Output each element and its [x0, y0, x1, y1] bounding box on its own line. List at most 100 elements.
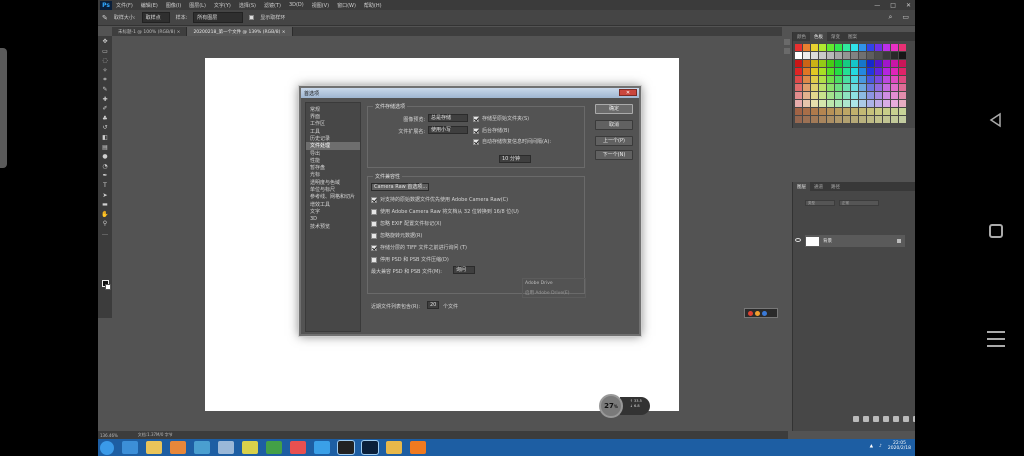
eyedropper-icon[interactable]: ✎ [102, 14, 108, 22]
color-swatch[interactable] [875, 44, 882, 51]
color-swatch[interactable] [843, 76, 850, 83]
color-swatch[interactable] [875, 116, 882, 123]
color-swatch[interactable] [811, 68, 818, 75]
menu-view[interactable]: 视图(V) [312, 2, 329, 9]
color-swatch[interactable] [835, 76, 842, 83]
color-swatch[interactable] [859, 92, 866, 99]
menu-edit[interactable]: 编辑(E) [141, 2, 158, 9]
color-swatch[interactable] [795, 44, 802, 51]
pref-sidebar-item[interactable]: 3D [306, 215, 360, 222]
doc-tab-untitled[interactable]: 未标题-1 @ 100% (RGB/8) × [112, 27, 188, 36]
color-swatch[interactable] [819, 68, 826, 75]
stamp-tool-icon[interactable]: ♣ [101, 115, 109, 122]
color-swatch[interactable] [819, 52, 826, 59]
layer-row-background[interactable]: 背景 [805, 235, 905, 247]
prev-button[interactable]: 上一个(P) [595, 136, 633, 146]
color-swatch[interactable] [843, 68, 850, 75]
mask-icon[interactable] [873, 416, 879, 422]
color-swatch[interactable] [899, 108, 906, 115]
pen-tool-icon[interactable]: ✒ [101, 172, 109, 179]
color-swatch[interactable] [899, 116, 906, 123]
color-swatch[interactable] [827, 100, 834, 107]
file-ext-select[interactable]: 使用小写 [428, 126, 468, 134]
color-swatch[interactable] [803, 84, 810, 91]
color-swatch[interactable] [899, 60, 906, 67]
color-swatch[interactable] [795, 116, 802, 123]
pref-sidebar-item[interactable]: 工具 [306, 128, 360, 135]
color-swatch[interactable] [859, 108, 866, 115]
pref-sidebar-item[interactable]: 技术预览 [306, 223, 360, 230]
auto-save-row[interactable]: 自动存储恢复信息时间间隔(A): [473, 139, 552, 145]
menu-type[interactable]: 文字(Y) [214, 2, 231, 9]
color-swatch[interactable] [827, 116, 834, 123]
floating-mini-toolbar[interactable] [744, 308, 778, 318]
tab-color[interactable]: 颜色 [793, 32, 810, 41]
tab-layers[interactable]: 图层 [793, 182, 810, 191]
color-swatch[interactable] [867, 44, 874, 51]
color-swatch[interactable] [851, 76, 858, 83]
file-explorer-icon[interactable] [146, 441, 162, 454]
color-swatch[interactable] [795, 76, 802, 83]
color-swatch[interactable] [843, 52, 850, 59]
pref-sidebar-item[interactable]: 文件处理 [306, 142, 360, 150]
photoshop-taskbar-icon[interactable] [361, 440, 379, 455]
close-button[interactable]: ✕ [906, 2, 911, 9]
folder-icon[interactable] [893, 416, 899, 422]
color-swatch[interactable] [819, 100, 826, 107]
color-swatch[interactable] [883, 68, 890, 75]
color-swatch[interactable] [827, 68, 834, 75]
pref-sidebar-item[interactable]: 性能 [306, 157, 360, 164]
color-swatch[interactable] [803, 92, 810, 99]
blur-tool-icon[interactable]: ● [101, 153, 109, 160]
color-swatch[interactable] [891, 52, 898, 59]
color-swatch[interactable] [867, 92, 874, 99]
color-swatch[interactable] [811, 84, 818, 91]
background-save-checkbox[interactable] [473, 127, 479, 134]
cr-convert-checkbox[interactable] [371, 208, 377, 215]
color-swatch[interactable] [851, 44, 858, 51]
color-swatch[interactable] [803, 52, 810, 59]
color-swatch[interactable] [859, 100, 866, 107]
cancel-button[interactable]: 取消 [595, 120, 633, 130]
color-swatch[interactable] [827, 92, 834, 99]
back-nav-icon[interactable] [988, 112, 1004, 128]
color-swatch[interactable] [875, 52, 882, 59]
color-swatch[interactable] [819, 92, 826, 99]
menu-3d[interactable]: 3D(D) [289, 2, 304, 8]
blend-mode-select[interactable]: 正常 [839, 200, 879, 206]
video-app-icon[interactable] [290, 441, 306, 454]
color-swatch[interactable] [859, 116, 866, 123]
color-swatch[interactable] [867, 60, 874, 67]
pref-sidebar-item[interactable]: 界面 [306, 113, 360, 120]
color-swatch[interactable] [891, 60, 898, 67]
gradient-tool-icon[interactable]: ▤ [101, 144, 109, 151]
orange-dot-icon[interactable] [755, 310, 760, 316]
color-swatch[interactable] [851, 116, 858, 123]
color-swatch[interactable] [819, 84, 826, 91]
color-swatch[interactable] [795, 84, 802, 91]
color-swatch[interactable] [875, 60, 882, 67]
background-color[interactable] [105, 284, 111, 290]
save-to-original-row[interactable]: 存储至原始文件夹(S) [473, 115, 529, 122]
color-swatch[interactable] [851, 100, 858, 107]
color-swatch[interactable] [875, 76, 882, 83]
color-swatch[interactable] [851, 68, 858, 75]
color-swatch[interactable] [811, 44, 818, 51]
color-swatch[interactable] [819, 44, 826, 51]
color-swatch[interactable] [883, 52, 890, 59]
color-swatch[interactable] [811, 100, 818, 107]
color-swatch[interactable] [819, 116, 826, 123]
color-swatch[interactable] [851, 108, 858, 115]
green-app-icon[interactable] [266, 441, 282, 454]
network-icon[interactable] [194, 441, 210, 454]
color-swatch[interactable] [803, 68, 810, 75]
menu-help[interactable]: 帮助(H) [364, 2, 382, 9]
color-swatch[interactable] [867, 68, 874, 75]
color-swatch[interactable] [843, 108, 850, 115]
memory-usage-badge[interactable]: 27% [599, 394, 623, 418]
start-button[interactable] [100, 440, 114, 455]
ignore-exif-checkbox[interactable] [371, 220, 377, 227]
next-button[interactable]: 下一个(N) [595, 150, 633, 160]
menu-file[interactable]: 文件(F) [116, 2, 133, 9]
type-tool-icon[interactable]: T [101, 182, 109, 189]
